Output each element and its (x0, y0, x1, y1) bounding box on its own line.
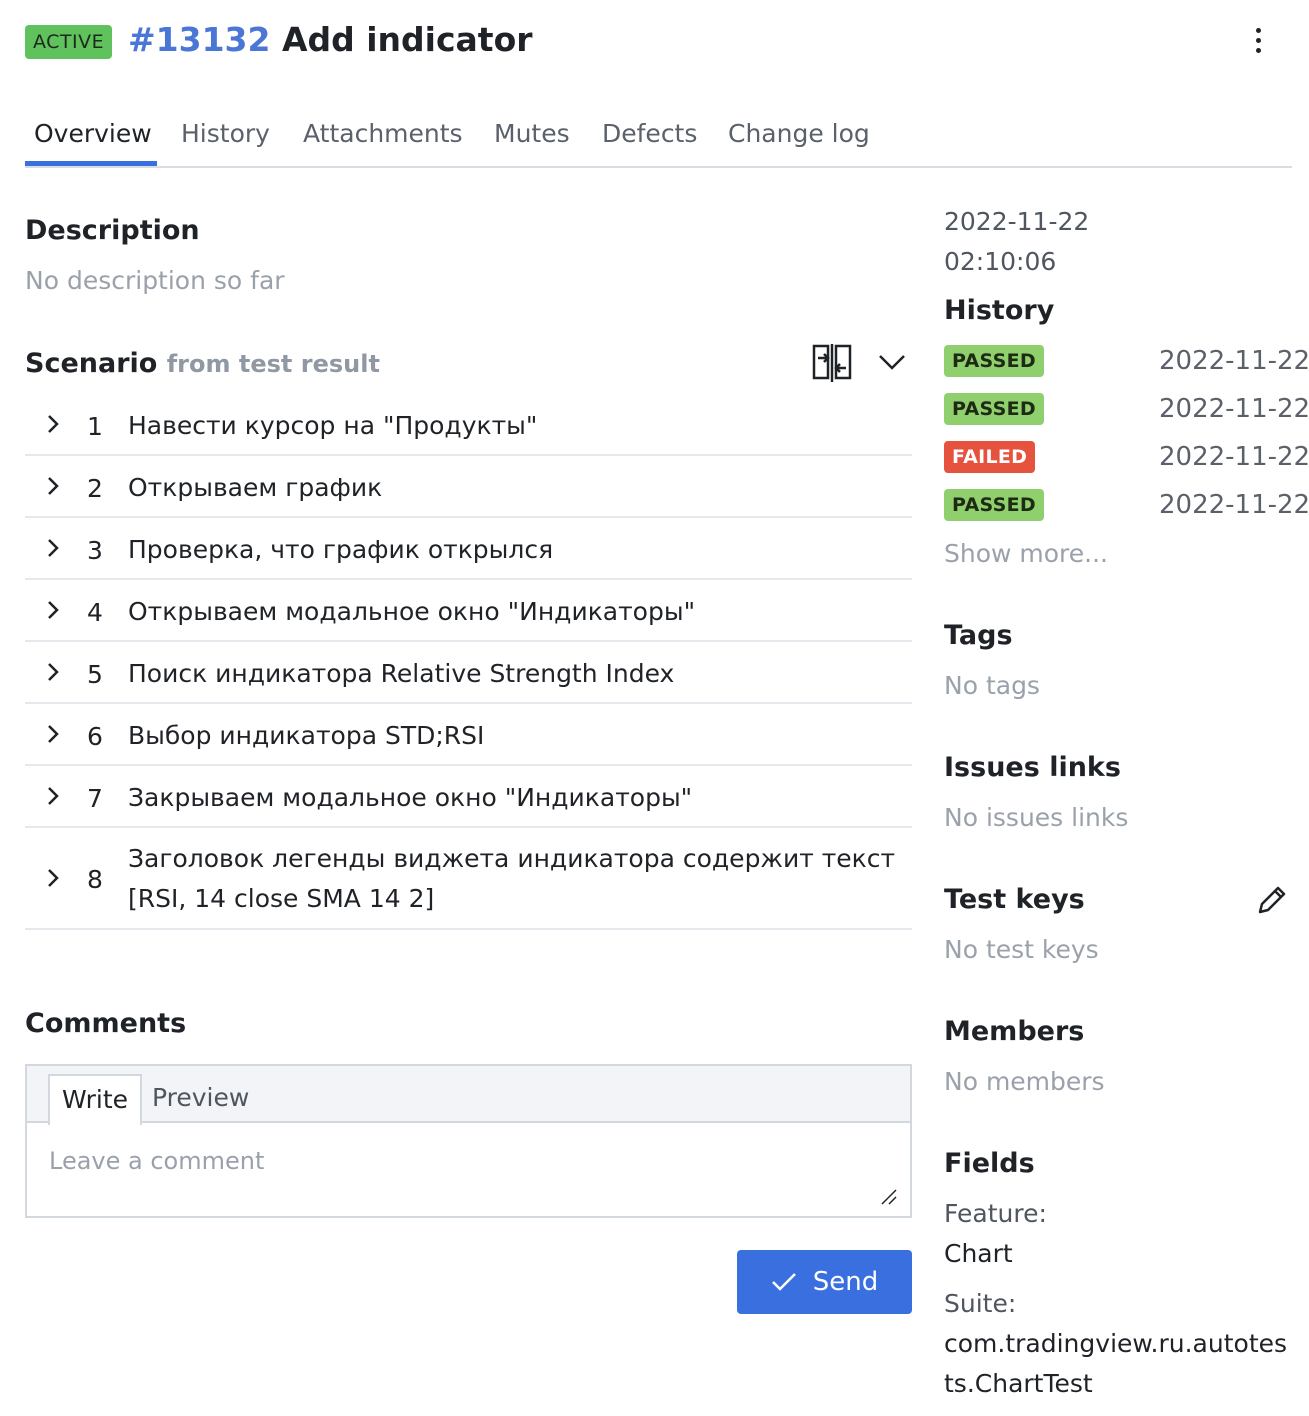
scenario-step[interactable]: 5 Поиск индикатора Relative Strength Ind… (25, 642, 912, 704)
step-text: Поиск индикатора Relative Strength Index (128, 659, 675, 688)
step-text: Выбор индикатора STD;RSI (128, 721, 485, 750)
chevron-right-icon[interactable] (43, 724, 63, 744)
history-date: 2022-11-22 (1159, 490, 1309, 520)
step-number: 8 (87, 865, 103, 894)
scenario-step[interactable]: 6 Выбор индикатора STD;RSI (25, 704, 912, 766)
check-icon (771, 1273, 796, 1291)
history-date: 2022-11-22 (1159, 346, 1309, 376)
tab-bar: Overview History Attachments Mutes Defec… (25, 108, 1292, 168)
test-keys-heading: Test keys (944, 884, 1085, 915)
status-badge: ACTIVE (25, 25, 113, 59)
chevron-right-icon[interactable] (43, 600, 63, 620)
chevron-right-icon[interactable] (43, 538, 63, 558)
chevron-right-icon[interactable] (43, 476, 63, 496)
step-number: 5 (87, 660, 103, 689)
members-heading: Members (944, 1016, 1085, 1047)
step-text: Навести курсор на "Продукты" (128, 411, 538, 440)
kebab-menu-icon[interactable] (1244, 22, 1272, 58)
scenario-title: Scenario (25, 348, 158, 379)
step-text: Закрываем модальное окно "Индикаторы" (128, 783, 693, 812)
chevron-right-icon[interactable] (43, 868, 63, 888)
scenario-step[interactable]: 1 Навести курсор на "Продукты" (25, 394, 912, 456)
step-number: 6 (87, 722, 103, 751)
active-tab-indicator (25, 161, 157, 166)
fields-heading: Fields (944, 1148, 1035, 1179)
scenario-step[interactable]: 4 Открываем модальное окно "Индикаторы" (25, 580, 912, 642)
tab-history[interactable]: History (181, 116, 270, 152)
description-empty: No description so far (25, 266, 285, 295)
chevron-right-icon[interactable] (43, 786, 63, 806)
feature-value: Chart (944, 1239, 1013, 1268)
comment-input[interactable] (27, 1123, 910, 1216)
send-button[interactable]: Send (737, 1250, 912, 1314)
step-text: Открываем модальное окно "Индикаторы" (128, 597, 696, 626)
history-status-badge[interactable]: FAILED (944, 441, 1036, 473)
show-more-link[interactable]: Show more... (944, 537, 1108, 571)
pencil-icon[interactable] (1256, 884, 1288, 916)
tags-heading: Tags (944, 620, 1013, 651)
suite-value-line-1: com.tradingview.ru.autotes (944, 1329, 1288, 1358)
chevron-down-icon[interactable] (878, 352, 906, 372)
test-case-id[interactable]: #13132 (128, 20, 270, 59)
step-text: Проверка, что график открылся (128, 535, 554, 564)
tab-mutes[interactable]: Mutes (494, 116, 570, 152)
chevron-right-icon[interactable] (43, 662, 63, 682)
tab-overview[interactable]: Overview (34, 116, 152, 152)
comments-heading: Comments (25, 1008, 187, 1039)
history-heading: History (944, 295, 1055, 326)
test-case-title: Add indicator (281, 20, 533, 59)
step-number: 3 (87, 536, 103, 565)
history-status-badge[interactable]: PASSED (944, 489, 1044, 521)
feature-label: Feature: (944, 1199, 1047, 1228)
history-date: 2022-11-22 (1159, 394, 1309, 424)
tab-preview[interactable]: Preview (140, 1074, 261, 1123)
scenario-heading: Scenario from test result (25, 346, 380, 382)
created-time: 02:10:06 (944, 247, 1057, 276)
scenario-step[interactable]: 2 Открываем график (25, 456, 912, 518)
suite-label: Suite: (944, 1289, 1017, 1318)
page-title: #13132 Add indicator (128, 16, 533, 64)
description-heading: Description (25, 215, 200, 246)
step-number: 1 (87, 412, 103, 441)
compare-icon[interactable] (812, 344, 852, 382)
tab-attachments[interactable]: Attachments (303, 116, 463, 152)
scenario-subtitle: from test result (166, 350, 380, 378)
step-text: Открываем график (128, 473, 383, 502)
scenario-step[interactable]: 3 Проверка, что график открылся (25, 518, 912, 580)
issues-heading: Issues links (944, 752, 1121, 783)
history-date: 2022-11-22 (1159, 442, 1309, 472)
test-keys-empty: No test keys (944, 935, 1099, 964)
tab-change-log[interactable]: Change log (728, 116, 870, 152)
history-status-badge[interactable]: PASSED (944, 345, 1044, 377)
scenario-step[interactable]: 8 Заголовок легенды виджета индикатора с… (25, 828, 912, 930)
tags-empty: No tags (944, 671, 1040, 700)
step-number: 4 (87, 598, 103, 627)
tab-write[interactable]: Write (48, 1074, 143, 1125)
step-number: 7 (87, 784, 103, 813)
comment-editor: Write Preview (25, 1064, 912, 1218)
history-status-badge[interactable]: PASSED (944, 393, 1044, 425)
issues-empty: No issues links (944, 803, 1129, 832)
members-empty: No members (944, 1067, 1105, 1096)
step-text: Заголовок легенды виджета индикатора сод… (128, 844, 896, 913)
send-button-label: Send (812, 1267, 879, 1297)
comment-tabs: Write Preview (27, 1066, 910, 1125)
step-number: 2 (87, 474, 103, 503)
suite-value-line-2: ts.ChartTest (944, 1369, 1093, 1398)
resize-handle-icon[interactable] (880, 1188, 898, 1206)
chevron-right-icon[interactable] (43, 414, 63, 434)
created-date: 2022-11-22 (944, 207, 1090, 236)
scenario-step[interactable]: 7 Закрываем модальное окно "Индикаторы" (25, 766, 912, 828)
tab-defects[interactable]: Defects (602, 116, 697, 152)
